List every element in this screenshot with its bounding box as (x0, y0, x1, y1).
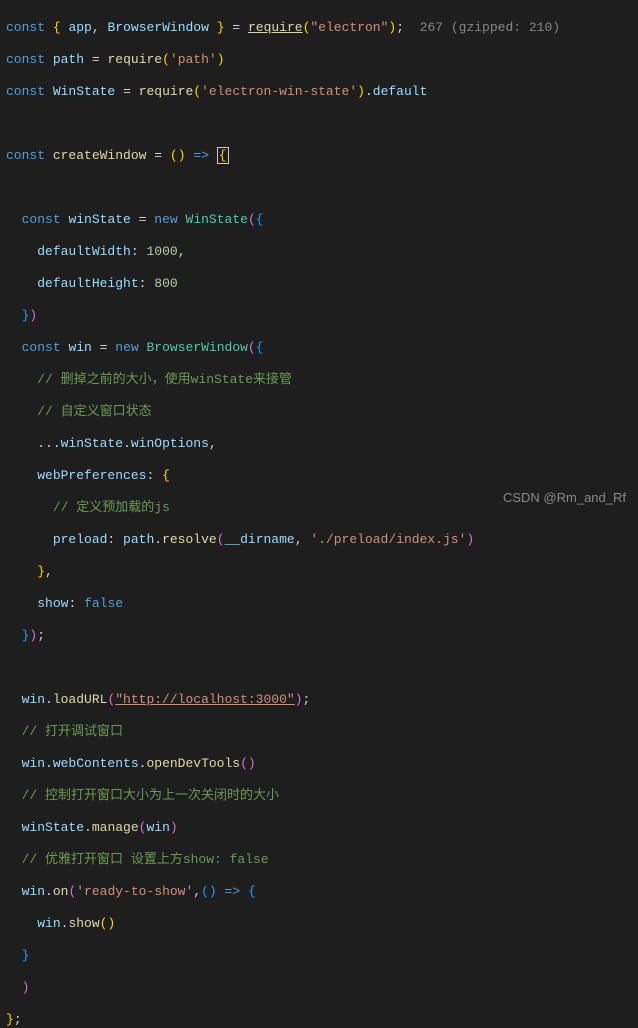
code-line: }; (6, 1012, 632, 1028)
code-line: defaultHeight: 800 (6, 276, 632, 292)
code-line: const winState = new WinState({ (6, 212, 632, 228)
code-line: webPreferences: { (6, 468, 632, 484)
code-line (6, 660, 632, 676)
watermark: CSDN @Rm_and_Rf (503, 490, 626, 506)
code-line: const { app, BrowserWindow } = require("… (6, 20, 632, 36)
code-line: // 优雅打开窗口 设置上方show: false (6, 852, 632, 868)
code-line: }) (6, 308, 632, 324)
code-line: const WinState = require('electron-win-s… (6, 84, 632, 100)
code-line: } (6, 948, 632, 964)
code-line: defaultWidth: 1000, (6, 244, 632, 260)
code-line: }); (6, 628, 632, 644)
code-line: // 控制打开窗口大小为上一次关闭时的大小 (6, 788, 632, 804)
code-line: win.webContents.openDevTools() (6, 756, 632, 772)
code-line: win.on('ready-to-show',() => { (6, 884, 632, 900)
code-line: const createWindow = () => { (6, 148, 632, 164)
code-line: // 打开调试窗口 (6, 724, 632, 740)
code-line: }, (6, 564, 632, 580)
code-line: ...winState.winOptions, (6, 436, 632, 452)
code-line: ) (6, 980, 632, 996)
code-line: // 删掉之前的大小，使用winState来接管 (6, 372, 632, 388)
code-line: win.loadURL("http://localhost:3000"); (6, 692, 632, 708)
code-line: winState.manage(win) (6, 820, 632, 836)
size-hint: 267 (gzipped: 210) (420, 20, 560, 35)
code-line: show: false (6, 596, 632, 612)
code-block: const { app, BrowserWindow } = require("… (0, 0, 638, 1028)
code-line: const win = new BrowserWindow({ (6, 340, 632, 356)
code-line: preload: path.resolve(__dirname, './prel… (6, 532, 632, 548)
code-line (6, 180, 632, 196)
code-line: win.show() (6, 916, 632, 932)
code-line (6, 116, 632, 132)
code-line: // 自定义窗口状态 (6, 404, 632, 420)
code-line: const path = require('path') (6, 52, 632, 68)
